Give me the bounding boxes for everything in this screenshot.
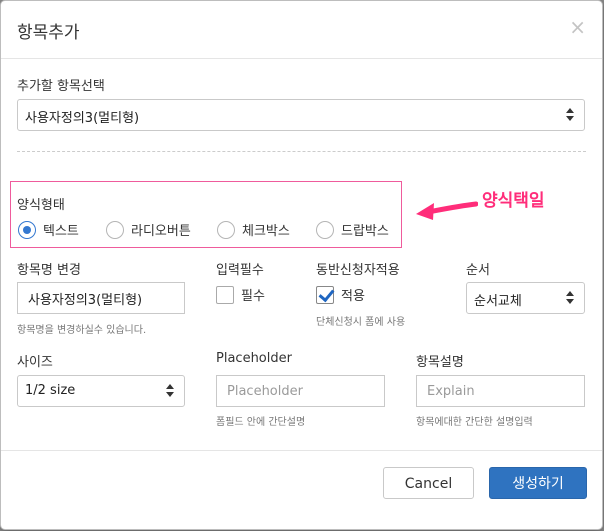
description-input[interactable] (416, 375, 585, 407)
item-select-value: 사용자정의3(멀티형) (25, 111, 140, 126)
item-select[interactable]: 사용자정의3(멀티형) (17, 99, 585, 131)
placeholder-help: 폼필드 안에 간단설명 (216, 417, 306, 428)
companion-help: 단체신청시 폼에 사용 (316, 317, 406, 328)
radio-circle (316, 220, 334, 239)
annotation-text: 양식택일 (482, 191, 545, 211)
radio-radio-button[interactable]: 라디오버튼 (106, 220, 191, 239)
radio-circle (18, 220, 36, 239)
required-checkbox[interactable]: 필수 (216, 285, 265, 304)
close-icon[interactable]: × (569, 15, 586, 39)
radio-radio-button-label: 라디오버튼 (131, 224, 191, 239)
radio-text[interactable]: 텍스트 (18, 220, 79, 239)
radio-checkbox[interactable]: 체크박스 (217, 220, 290, 239)
section-divider (17, 151, 586, 152)
select-arrows-icon (566, 289, 576, 307)
modal-title: 항목추가 (17, 23, 80, 43)
checkbox-box (216, 285, 234, 304)
radio-dropbox[interactable]: 드랍박스 (316, 220, 389, 239)
add-item-modal: 항목추가 × 추가할 항목선택 사용자정의3(멀티형) 양식형태 텍스트 라디오… (0, 0, 603, 530)
item-select-label: 추가할 항목선택 (17, 79, 105, 94)
placeholder-input[interactable] (216, 375, 385, 407)
form-type-label: 양식형태 (17, 198, 65, 213)
checkmark-icon (316, 285, 334, 304)
name-change-input[interactable] (17, 282, 185, 314)
radio-circle (217, 220, 235, 239)
select-arrows-icon (566, 106, 576, 124)
modal-header: 항목추가 × (1, 1, 602, 59)
radio-text-label: 텍스트 (43, 224, 79, 239)
cancel-button[interactable]: Cancel (383, 467, 474, 499)
modal-footer: Cancel 생성하기 (1, 450, 602, 529)
annotation-arrow-icon (416, 201, 478, 220)
select-arrows-icon (166, 382, 176, 400)
required-checkbox-label: 필수 (241, 289, 265, 304)
size-select[interactable]: 1/2 size (17, 375, 185, 407)
size-select-value: 1/2 size (25, 383, 76, 398)
order-label: 순서 (466, 263, 490, 278)
name-change-label: 항목명 변경 (17, 263, 81, 278)
companion-checkbox-label: 적용 (341, 289, 365, 304)
size-label: 사이즈 (17, 355, 53, 370)
order-select-value: 순서교체 (474, 294, 522, 309)
companion-label: 동반신청자적용 (316, 263, 400, 278)
description-label: 항목설명 (416, 355, 464, 370)
description-help: 항목에대한 간단한 설명입력 (416, 417, 533, 428)
name-change-help: 항목명을 변경하실수 있습니다. (17, 325, 147, 336)
order-select[interactable]: 순서교체 (466, 282, 585, 314)
placeholder-label: Placeholder (216, 351, 292, 366)
companion-checkbox[interactable]: 적용 (316, 285, 365, 304)
create-button[interactable]: 생성하기 (489, 467, 587, 499)
radio-checkbox-label: 체크박스 (242, 224, 290, 239)
radio-dropbox-label: 드랍박스 (341, 224, 389, 239)
radio-circle (106, 220, 124, 239)
required-label: 입력필수 (216, 263, 264, 278)
